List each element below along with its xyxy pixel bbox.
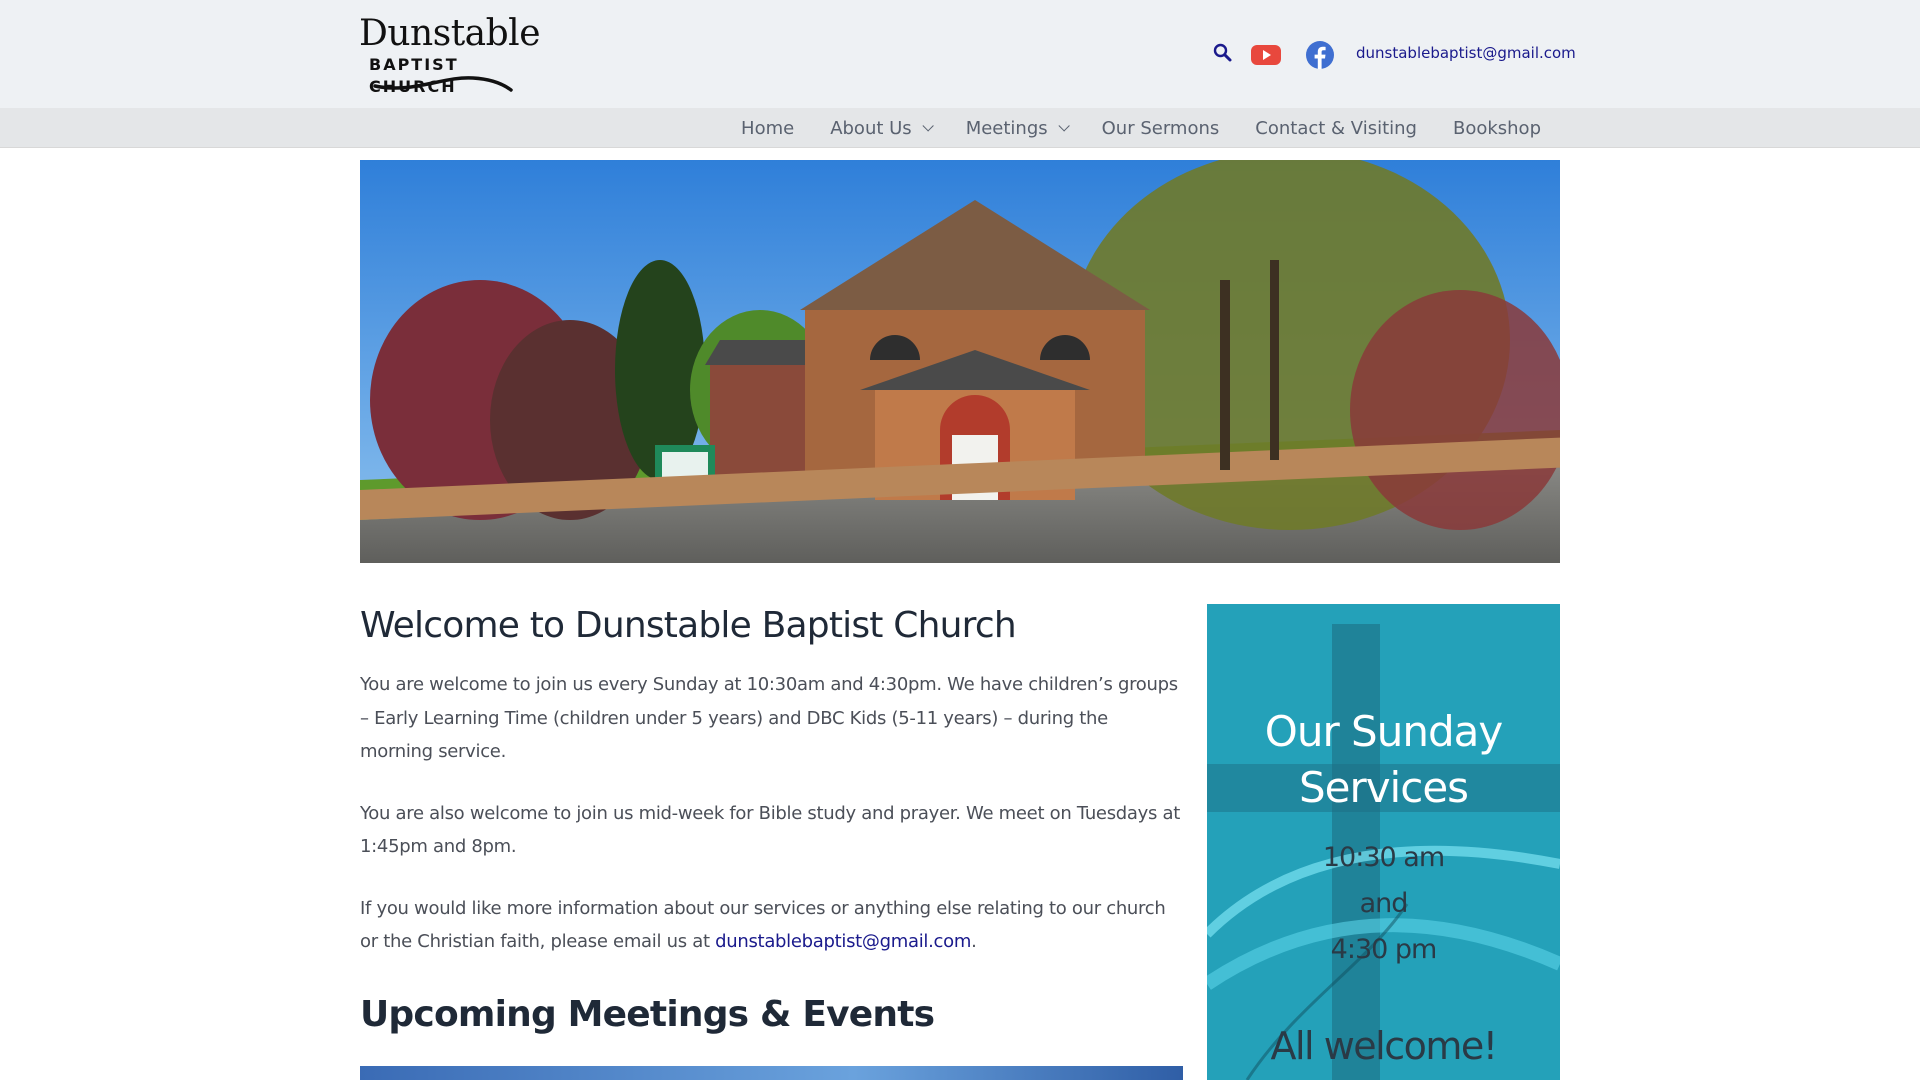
nav-item-bookshop[interactable]: Bookshop xyxy=(1435,118,1559,139)
main-content: Welcome to Dunstable Baptist Church You … xyxy=(360,598,1185,1043)
contact-email-link[interactable]: dunstablebaptist@gmail.com xyxy=(715,931,971,952)
contact-paragraph: If you would like more information about… xyxy=(360,892,1185,959)
midweek-paragraph: You are also welcome to join us mid-week… xyxy=(360,802,1180,858)
nav-item-our-sermons[interactable]: Our Sermons xyxy=(1084,118,1238,139)
nav-list: Home About Us Meetings Our Sermons Conta… xyxy=(723,108,1559,148)
nav-item-home[interactable]: Home xyxy=(723,118,812,139)
nav-label: Our Sermons xyxy=(1101,117,1220,139)
intro-paragraph: You are welcome to join us every Sunday … xyxy=(360,674,1178,762)
facebook-icon[interactable] xyxy=(1305,40,1335,70)
header-email-link[interactable]: dunstablebaptist@gmail.com xyxy=(1356,44,1576,62)
events-heading: Upcoming Meetings & Events xyxy=(360,993,935,1035)
site-logo[interactable]: Dunstable BAPTIST CHURCH xyxy=(359,13,541,97)
nav-item-meetings[interactable]: Meetings xyxy=(948,118,1084,139)
events-image xyxy=(360,1066,1183,1080)
logo-swoosh xyxy=(373,76,513,92)
nav-label: Contact & Visiting xyxy=(1255,117,1417,139)
site-header: Dunstable BAPTIST CHURCH dunstablebaptis… xyxy=(0,0,1920,108)
nav-label: About Us xyxy=(830,117,912,139)
nav-item-contact-visiting[interactable]: Contact & Visiting xyxy=(1237,118,1435,139)
nav-label: Meetings xyxy=(965,117,1048,139)
nav-label: Home xyxy=(741,117,795,139)
card-title-line1: Our Sunday xyxy=(1264,707,1503,756)
youtube-icon[interactable] xyxy=(1250,44,1282,66)
sunday-services-card: Our Sunday Services 10:30 am and 4:30 pm… xyxy=(1207,604,1560,1080)
chevron-down-icon[interactable] xyxy=(1058,120,1070,132)
all-welcome-text: All welcome! xyxy=(1270,1024,1498,1068)
card-title: Our Sunday Services xyxy=(1207,704,1560,816)
chevron-down-icon[interactable] xyxy=(922,120,934,132)
nav-item-about-us[interactable]: About Us xyxy=(812,118,948,139)
card-title-line2: Services xyxy=(1298,763,1469,812)
service-time-and: and xyxy=(1359,888,1409,919)
service-time-afternoon: 4:30 pm xyxy=(1330,934,1438,965)
page-title: Welcome to Dunstable Baptist Church xyxy=(360,605,1017,646)
nav-label: Bookshop xyxy=(1452,117,1541,139)
search-icon[interactable] xyxy=(1212,42,1234,64)
logo-title: Dunstable xyxy=(359,13,541,54)
contact-text-end: . xyxy=(971,931,977,952)
hero-image xyxy=(360,160,1560,563)
service-time-morning: 10:30 am xyxy=(1322,842,1445,873)
main-navigation: Home About Us Meetings Our Sermons Conta… xyxy=(0,108,1920,148)
